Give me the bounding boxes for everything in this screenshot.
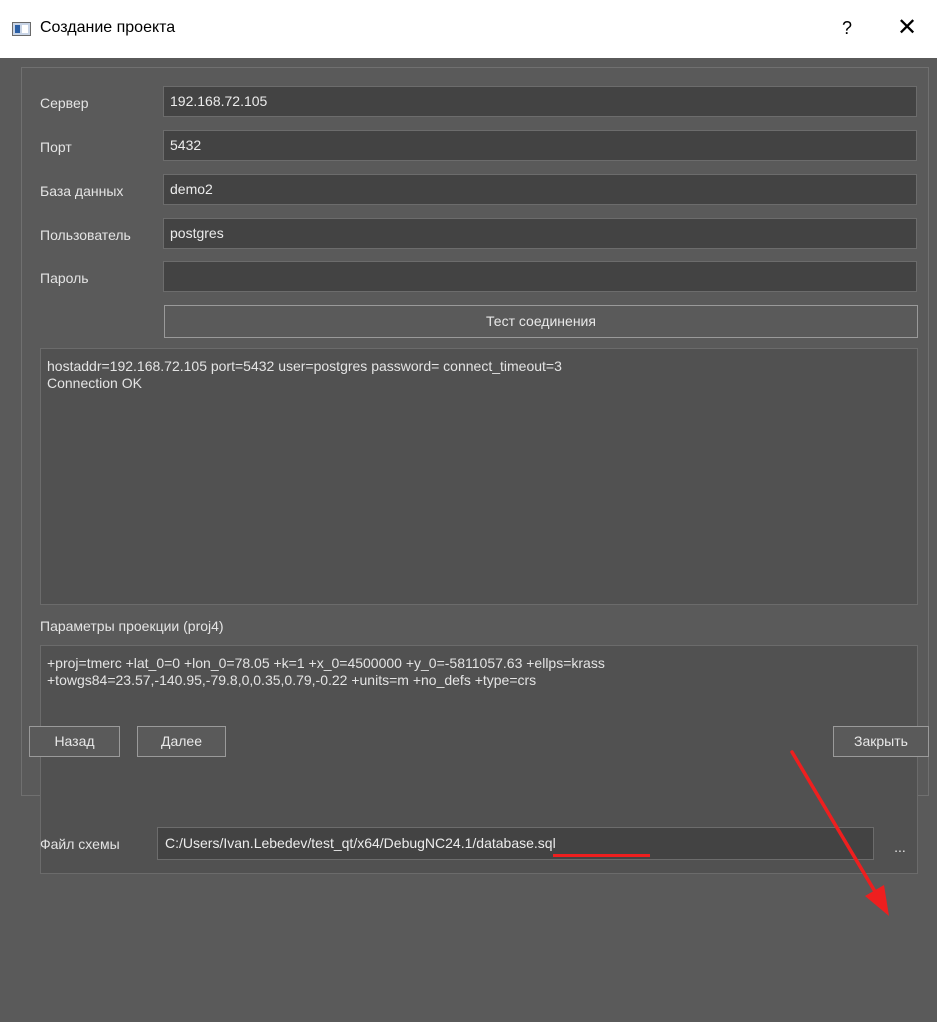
close-dialog-button[interactable]: Закрыть [833,726,929,757]
back-button[interactable]: Назад [29,726,120,757]
next-button[interactable]: Далее [137,726,226,757]
annotation-arrow-icon [790,750,889,916]
